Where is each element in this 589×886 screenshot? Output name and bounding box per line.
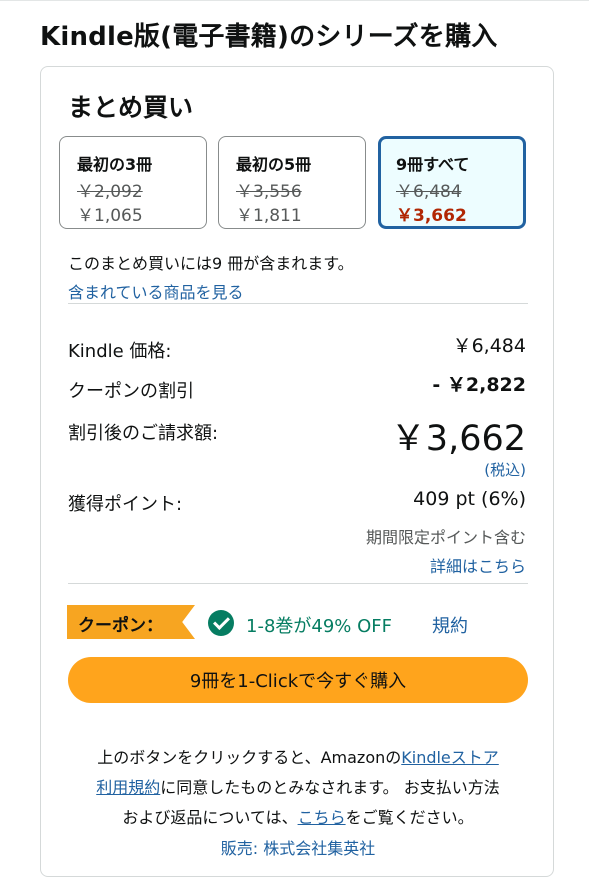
- legal-text: に同意したものとみなされます。 お支払い方法: [160, 778, 500, 797]
- points-label: 獲得ポイント:: [68, 494, 183, 515]
- total-price: ￥3,662: [390, 419, 526, 459]
- check-circle-icon: [208, 610, 234, 636]
- points-value: 409 pt (6%): [413, 488, 526, 510]
- coupon-text: 1-8巻が49% OFF: [246, 616, 393, 637]
- returns-info-link[interactable]: こちら: [298, 808, 346, 827]
- divider: [68, 583, 528, 584]
- bundle-option-first-5[interactable]: 最初の5冊 ￥3,556 ￥1,811: [218, 136, 366, 229]
- legal-text: 上のボタンをクリックすると、Amazonの: [97, 748, 402, 767]
- coupon-terms-link[interactable]: 規約: [432, 612, 468, 638]
- terms-of-use-link[interactable]: 利用規約: [96, 778, 160, 797]
- legal-notice: 上のボタンをクリックすると、AmazonのKindleストア 利用規約に同意した…: [61, 743, 535, 833]
- bundle-heading: まとめ買い: [68, 93, 194, 122]
- bundle-includes-text: このまとめ買いには9 冊が含まれます。: [68, 254, 354, 273]
- option-list-price: ￥6,484: [396, 182, 462, 202]
- seller-info: 販売: 株式会社集英社: [220, 839, 376, 858]
- bundle-option-first-3[interactable]: 最初の3冊 ￥2,092 ￥1,065: [59, 136, 207, 229]
- coupon-discount-value: - ￥2,822: [432, 374, 526, 396]
- bundle-purchase-card: まとめ買い 最初の3冊 ￥2,092 ￥1,065 最初の5冊 ￥3,556 ￥…: [40, 66, 554, 877]
- option-label: 最初の3冊: [77, 155, 153, 174]
- kindle-store-terms-link[interactable]: Kindleストア: [401, 748, 499, 767]
- coupon-discount-label: クーポンの割引: [68, 381, 194, 402]
- option-list-price: ￥3,556: [236, 182, 302, 202]
- kindle-price-label: Kindle 価格:: [68, 341, 172, 362]
- option-price: ￥1,065: [77, 206, 143, 226]
- option-price: ￥1,811: [236, 206, 302, 226]
- option-label: 9冊すべて: [396, 155, 470, 174]
- kindle-price-value: ￥6,484: [452, 335, 526, 357]
- divider: [68, 303, 528, 304]
- coupon-badge: クーポン：: [67, 605, 195, 639]
- buy-now-1-click-button[interactable]: 9冊を1-Clickで今すぐ購入: [68, 657, 528, 703]
- bundle-option-all-9[interactable]: 9冊すべて ￥6,484 ￥3,662: [378, 136, 526, 229]
- option-label: 最初の5冊: [236, 155, 312, 174]
- top-divider: [0, 0, 589, 1]
- tax-included-note: (税込): [484, 461, 526, 479]
- legal-text: をご覧ください。: [345, 808, 474, 827]
- legal-text: および返品については、: [122, 808, 298, 827]
- option-list-price: ￥2,092: [77, 182, 143, 202]
- coupon-badge-label: クーポン：: [78, 616, 163, 636]
- view-included-items-link[interactable]: 含まれている商品を見る: [68, 279, 244, 303]
- points-note: 期間限定ポイント含む: [365, 528, 526, 547]
- points-details-link[interactable]: 詳細はこちら: [430, 553, 526, 577]
- page-title: Kindle版(電子書籍)のシリーズを購入: [40, 22, 498, 52]
- option-price: ￥3,662: [396, 206, 467, 226]
- total-label: 割引後のご請求額:: [68, 423, 219, 444]
